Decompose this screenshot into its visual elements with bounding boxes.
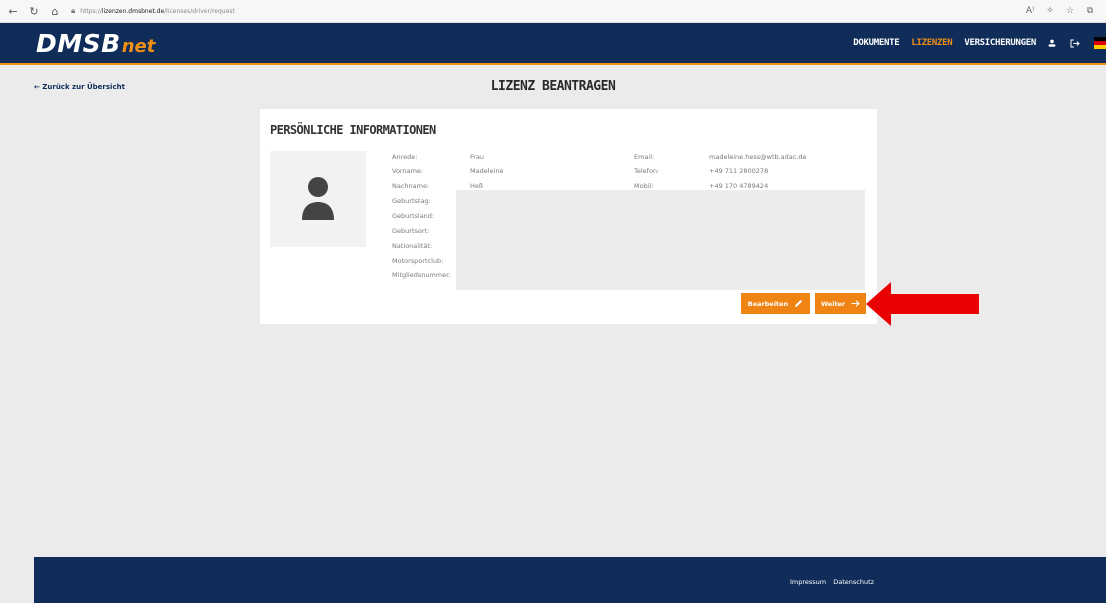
value-telefon: +49 711 2800278 bbox=[709, 167, 769, 175]
read-aloud-icon[interactable]: A⁾ bbox=[1020, 6, 1040, 16]
label-motorsportclub: Motorsportclub: bbox=[392, 257, 444, 265]
collections-icon[interactable]: ⧉ bbox=[1080, 6, 1100, 16]
page-title: LIZENZ BEANTRAGEN bbox=[490, 79, 616, 94]
value-vorname: Madeleine bbox=[470, 167, 504, 175]
label-email: Email: bbox=[634, 153, 655, 161]
dmsbnet-logo[interactable]: DMSB net bbox=[36, 29, 155, 58]
user-icon[interactable] bbox=[1048, 39, 1056, 47]
label-nachname: Nachname: bbox=[392, 182, 430, 190]
value-email: madeleine.hess@wtb.adac.de bbox=[709, 153, 807, 161]
personal-info-card: PERSÖNLICHE INFORMATIONEN Anrede: Frau V… bbox=[260, 109, 877, 324]
card-title: PERSÖNLICHE INFORMATIONEN bbox=[270, 123, 436, 137]
reload-icon[interactable]: ↻ bbox=[26, 3, 42, 19]
arrow-right-icon bbox=[851, 300, 860, 307]
redacted-area bbox=[456, 190, 865, 290]
value-anrede: Frau bbox=[470, 153, 485, 161]
pencil-icon bbox=[795, 300, 803, 307]
address-bar[interactable]: 🔒︎ https:// lizenzen.dmsbnet.de /license… bbox=[71, 6, 235, 16]
edit-button-label: Bearbeiten bbox=[747, 299, 789, 308]
label-geburtsort: Geburtsort: bbox=[392, 227, 430, 235]
next-button[interactable]: Weiter bbox=[815, 293, 866, 314]
label-mitgliedsnummer: Mitgliedsnummer: bbox=[392, 271, 451, 279]
favorites-icon[interactable]: ☆ bbox=[1060, 6, 1080, 16]
label-mobil: Mobil: bbox=[634, 182, 654, 190]
nav-lizenzen[interactable]: LIZENZEN bbox=[911, 38, 952, 48]
url-host: lizenzen.dmsbnet.de bbox=[101, 7, 165, 15]
value-nachname: Heß bbox=[470, 182, 483, 190]
label-nationalitaet: Nationalität: bbox=[392, 242, 433, 250]
footer: Impressum Datenschutz bbox=[34, 557, 1106, 603]
label-geburtstag: Geburtstag: bbox=[392, 197, 431, 205]
value-mobil: +49 170 4789424 bbox=[709, 182, 769, 190]
back-arrow-icon[interactable]: ← bbox=[5, 3, 21, 19]
nav-dokumente[interactable]: DOKUMENTE bbox=[853, 38, 899, 48]
next-button-label: Weiter bbox=[820, 299, 846, 308]
footer-datenschutz-link[interactable]: Datenschutz bbox=[833, 578, 874, 586]
browser-toolbar: ← ↻ ⌂ 🔒︎ https:// lizenzen.dmsbnet.de /l… bbox=[0, 0, 1106, 23]
german-flag-icon[interactable] bbox=[1094, 37, 1106, 49]
home-icon[interactable]: ⌂ bbox=[47, 3, 63, 19]
label-anrede: Anrede: bbox=[392, 153, 418, 161]
red-pointer-arrow-icon bbox=[866, 282, 979, 326]
logout-icon[interactable] bbox=[1070, 39, 1080, 48]
extensions-icon[interactable]: ✧ bbox=[1040, 6, 1060, 16]
main-nav: DOKUMENTE LIZENZEN VERSICHERUNGEN bbox=[853, 23, 1106, 63]
label-geburtsland: Geburtsland: bbox=[392, 212, 435, 220]
label-vorname: Vorname: bbox=[392, 167, 424, 175]
app-header: DMSB net DOKUMENTE LIZENZEN VERSICHERUNG… bbox=[0, 23, 1106, 65]
lock-icon: 🔒︎ bbox=[71, 6, 76, 15]
footer-impressum-link[interactable]: Impressum bbox=[790, 578, 826, 586]
nav-versicherungen[interactable]: VERSICHERUNGEN bbox=[964, 38, 1036, 48]
person-icon bbox=[302, 177, 334, 220]
label-telefon: Telefon: bbox=[634, 167, 660, 175]
edit-button[interactable]: Bearbeiten bbox=[741, 293, 810, 314]
url-protocol: https:// bbox=[80, 7, 102, 15]
avatar bbox=[270, 151, 366, 247]
url-path: /licenses/driver/request bbox=[164, 7, 235, 15]
